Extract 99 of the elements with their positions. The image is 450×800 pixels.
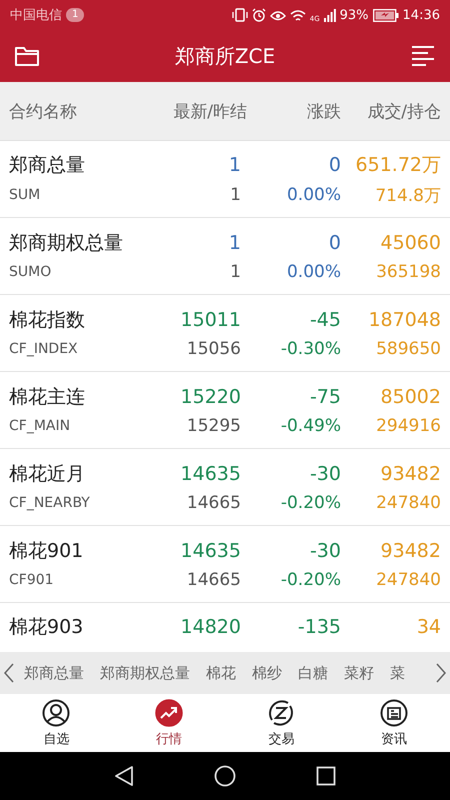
contract-code: CF_INDEX [9, 341, 79, 357]
quote-row[interactable]: 棉花903 14820 -135 34 [0, 603, 450, 652]
battery-percent: 93% [340, 8, 369, 22]
latest-price: 15011 [180, 309, 241, 331]
latest-price: 14820 [180, 616, 241, 638]
contract-code: CF_NEARBY [9, 495, 91, 511]
settlement-price: 14665 [186, 493, 241, 513]
price-change: -30 [310, 540, 341, 562]
column-header[interactable]: 涨跌 [307, 100, 341, 122]
clock-time: 14:36 [402, 8, 440, 22]
category-tab[interactable]: 菜 [390, 664, 405, 682]
battery-icon [372, 8, 399, 22]
open-interest: 589650 [376, 339, 441, 359]
quote-row[interactable]: 郑商期权总量 1 0 45060 SUMO 1 0.00% 365198 [0, 218, 450, 295]
nav-tab[interactable]: 自选 [16, 698, 96, 748]
column-header[interactable]: 成交/持仓 [367, 100, 441, 122]
latest-price: 1 [228, 232, 241, 254]
volume: 651.72万 [356, 152, 441, 178]
home-icon [214, 765, 236, 787]
contract-name: 郑商总量 [9, 152, 86, 178]
contract-code: SUM [9, 187, 42, 203]
price-change: 0 [328, 232, 341, 254]
open-interest: 714.8万 [375, 184, 441, 206]
settlement-price: 1 [230, 262, 241, 282]
percent-change: 0.00% [286, 185, 341, 205]
category-tab[interactable]: 郑商期权总量 [100, 664, 190, 682]
contract-name: 棉花901 [9, 539, 84, 564]
category-tab[interactable]: 棉纱 [252, 664, 282, 682]
category-tab[interactable]: 菜籽 [344, 664, 374, 682]
column-header[interactable]: 最新/昨结 [173, 100, 247, 122]
column-header[interactable]: 合约名称 [9, 100, 77, 122]
price-change: -45 [310, 309, 341, 331]
back-button[interactable] [114, 765, 134, 787]
volume: 85002 [380, 386, 441, 408]
latest-price: 14635 [180, 463, 241, 485]
latest-price: 15220 [180, 386, 241, 408]
contract-name: 棉花903 [9, 615, 84, 640]
open-interest: 365198 [376, 262, 441, 282]
nav-tab[interactable]: 行情 [128, 698, 209, 748]
percent-change: -0.20% [280, 570, 341, 590]
wifi-icon [290, 8, 306, 22]
category-tab[interactable]: 郑商总量 [24, 664, 84, 682]
quote-row[interactable]: 棉花近月 14635 -30 93482 CF_NEARBY 14665 -0.20% 247840 [0, 449, 450, 526]
contract-code: CF901 [9, 572, 55, 588]
recents-icon [316, 766, 336, 786]
category-tab[interactable]: 白糖 [298, 664, 328, 682]
chevron-left-icon [4, 663, 14, 683]
open-interest: 294916 [376, 416, 441, 436]
trend-chart-icon [154, 698, 183, 726]
volume: 93482 [380, 463, 441, 485]
quote-row[interactable]: 棉花指数 15011 -45 187048 CF_INDEX 15056 -0.30% 589650 [0, 295, 450, 372]
chevron-right-icon [436, 663, 446, 683]
back-icon [114, 765, 134, 787]
eye-icon [270, 9, 286, 21]
quote-row[interactable]: 棉花主连 15220 -75 85002 CF_MAIN 15295 -0.49% 294916 [0, 372, 450, 449]
home-button[interactable] [214, 765, 236, 787]
contract-code: CF_MAIN [9, 418, 72, 434]
carrier-name: 中国电信 [10, 7, 62, 24]
price-change: -30 [310, 463, 341, 485]
page-title: 郑商所ZCE [174, 42, 276, 70]
price-change: -135 [298, 616, 341, 638]
nav-tab[interactable]: 交易 [241, 698, 322, 748]
price-change: 0 [328, 154, 341, 176]
volume: 93482 [380, 540, 441, 562]
settlement-price: 14665 [186, 570, 241, 590]
nav-tab[interactable]: 资讯 [354, 698, 434, 748]
percent-change: -0.30% [280, 339, 341, 359]
percent-change: 0.00% [286, 262, 341, 282]
open-interest: 247840 [376, 570, 441, 590]
category-tab[interactable]: 棉花 [206, 664, 236, 682]
quote-row[interactable]: 郑商总量 1 0 651.72万 SUM 1 0.00% 714.8万 [0, 141, 450, 218]
contract-name: 棉花主连 [9, 385, 86, 410]
settlement-price: 1 [230, 185, 241, 205]
percent-change: -0.20% [280, 493, 341, 513]
volume: 34 [416, 616, 441, 638]
recents-button[interactable] [316, 766, 336, 786]
exchange-icon [267, 698, 296, 726]
price-change: -75 [310, 386, 341, 408]
notification-badge: 1 [66, 8, 84, 22]
volume: 45060 [380, 232, 441, 254]
alarm-icon [252, 8, 266, 22]
vibrate-icon [232, 8, 248, 22]
person-icon [42, 698, 70, 726]
menu-icon [410, 45, 436, 67]
contract-code: SUMO [9, 264, 52, 280]
open-interest: 247840 [376, 493, 441, 513]
folder-icon [14, 45, 40, 67]
settlement-price: 15056 [186, 339, 241, 359]
signal-icon [324, 8, 336, 22]
contract-name: 棉花近月 [9, 462, 86, 487]
contract-name: 郑商期权总量 [9, 231, 124, 256]
news-icon [380, 698, 408, 726]
latest-price: 14635 [180, 540, 241, 562]
latest-price: 1 [228, 154, 241, 176]
quote-row[interactable]: 棉花901 14635 -30 93482 CF901 14665 -0.20% 247840 [0, 526, 450, 603]
volume: 187048 [368, 309, 441, 331]
percent-change: -0.49% [280, 416, 341, 436]
contract-name: 棉花指数 [9, 308, 86, 333]
settlement-price: 15295 [186, 416, 241, 436]
